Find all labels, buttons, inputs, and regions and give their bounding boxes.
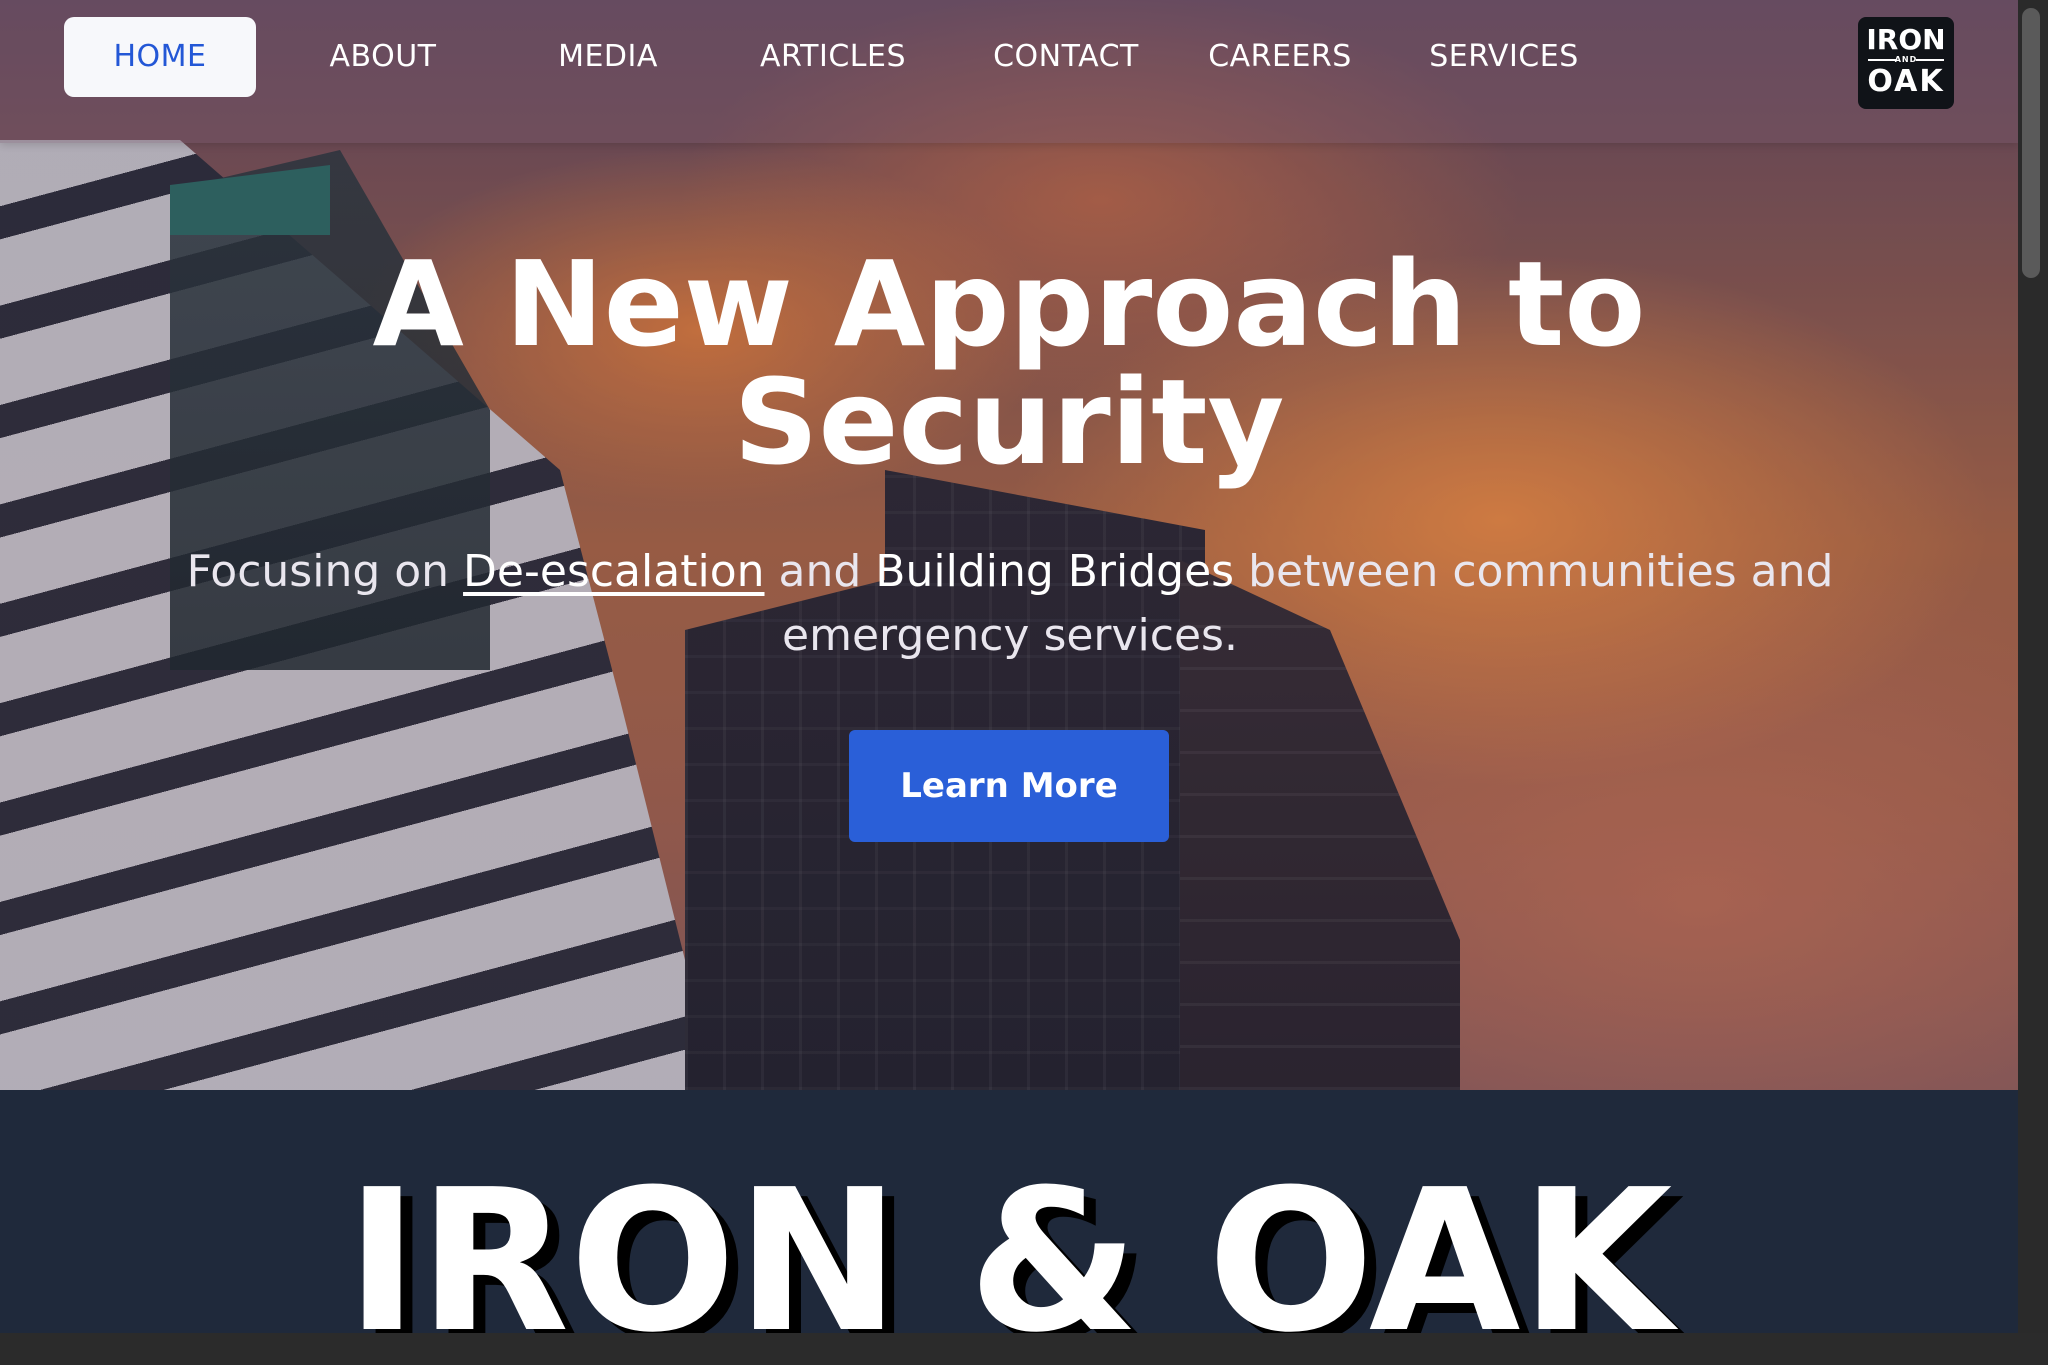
- hero-subtitle: Focusing on De-escalation and Building B…: [140, 540, 1880, 668]
- nav-home-link[interactable]: HOME: [64, 17, 256, 97]
- nav-services-link[interactable]: SERVICES: [1414, 34, 1594, 80]
- logo-line-3: OAK: [1867, 64, 1945, 99]
- logo-line-1: IRON: [1866, 23, 1946, 56]
- nav-contact-link[interactable]: CONTACT: [968, 34, 1164, 80]
- de-escalation-link[interactable]: De-escalation: [463, 546, 764, 597]
- brand-title: IRON & OAK: [345, 1148, 1673, 1333]
- hero-title-line-2: Security: [733, 353, 1285, 491]
- hero-title-line-1: A New Approach to: [372, 235, 1646, 373]
- iron-and-oak-logo[interactable]: IRON AND OAK: [1858, 17, 1954, 109]
- nav-media-link[interactable]: MEDIA: [528, 34, 688, 80]
- nav-careers-link[interactable]: CAREERS: [1196, 34, 1364, 80]
- logo-rule-right: [1916, 59, 1944, 61]
- vertical-scrollbar[interactable]: [2018, 0, 2048, 1333]
- subtitle-text-1: Focusing on: [186, 546, 464, 597]
- hero-title: A New Approach to Security: [0, 245, 2018, 481]
- top-navbar: HOME ABOUT MEDIA ARTICLES CONTACT CAREER…: [0, 0, 2018, 143]
- subtitle-highlight: Building Bridges: [875, 546, 1235, 597]
- window-bottom-edge: [0, 1333, 2048, 1365]
- learn-more-button[interactable]: Learn More: [849, 730, 1169, 842]
- nav-articles-link[interactable]: ARTICLES: [738, 34, 928, 80]
- page-viewport: HOME ABOUT MEDIA ARTICLES CONTACT CAREER…: [0, 0, 2018, 1333]
- scrollbar-thumb[interactable]: [2022, 8, 2040, 278]
- nav-about-link[interactable]: ABOUT: [303, 34, 463, 80]
- subtitle-text-2: and: [764, 546, 876, 597]
